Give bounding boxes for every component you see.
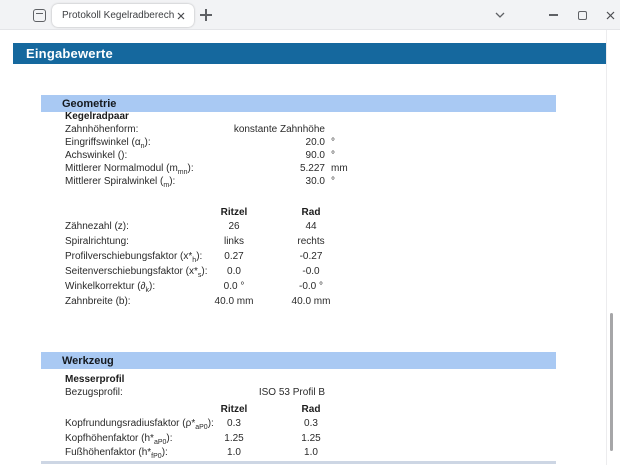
- report-row: Zahnhöhenform: konstante Zahnhöhe: [65, 124, 367, 135]
- cell-rad: 1.25: [301, 433, 321, 444]
- row-value: 90.0: [305, 150, 325, 161]
- cell-ritzel: 40.0 mm: [214, 296, 254, 307]
- table-row: Spiralrichtung: links rechts: [65, 236, 355, 247]
- row-unit: mm: [331, 163, 348, 174]
- cell-rad: 0.3: [304, 418, 318, 429]
- page-edge-line: [606, 30, 607, 465]
- table-row: Kopfhöhenfaktor (h*aP0): 1.25 1.25: [65, 433, 355, 446]
- row-value: ISO 53 Profil B: [258, 387, 325, 398]
- row-value: konstante Zahnhöhe: [233, 124, 325, 135]
- scrollbar-thumb[interactable]: [610, 313, 613, 451]
- report-row: Achswinkel (): 90.0 °: [65, 150, 367, 161]
- row-unit: °: [331, 137, 335, 148]
- cell-rad: 44: [305, 221, 317, 232]
- minimize-icon[interactable]: [545, 7, 561, 23]
- window-close-icon[interactable]: [602, 7, 618, 23]
- col-header-ritzel: Ritzel: [220, 404, 248, 415]
- row-unit: °: [331, 176, 335, 187]
- browser-tab[interactable]: Protokoll Kegelradberechnung ISO 2: [52, 4, 194, 27]
- cell-ritzel: 1.0: [227, 447, 241, 458]
- maximize-icon[interactable]: [574, 7, 590, 23]
- tab-close-icon[interactable]: [174, 9, 188, 23]
- table-row: Fußhöhenfaktor (h*fP0): 1.0 1.0: [65, 447, 355, 460]
- cell-rad: -0.0: [302, 266, 320, 277]
- browser-tab-bar: Protokoll Kegelradberechnung ISO 2: [0, 0, 620, 30]
- table-row: Zahnbreite (b): 40.0 mm 40.0 mm: [65, 296, 355, 307]
- row-value: 20.0: [305, 137, 325, 148]
- section-header-geometrie: Geometrie: [41, 95, 556, 112]
- report-row: Bezugsprofil: ISO 53 Profil B: [65, 387, 367, 398]
- section-header-werkzeug: Werkzeug: [41, 352, 556, 369]
- table-row: Winkelkorrektur (∂k): 0.0 ° -0.0 °: [65, 281, 355, 294]
- tab-actions-icon-bar: [35, 12, 43, 14]
- cell-ritzel: 0.0: [227, 266, 241, 277]
- cell-ritzel: 0.0 °: [223, 281, 245, 292]
- report-page: Eingabewerte Geometrie Kegelradpaar Zahn…: [0, 30, 620, 465]
- cell-ritzel: 1.25: [224, 433, 244, 444]
- report-row: Mittlerer Normalmodul (mmn): 5.227 mm: [65, 163, 367, 176]
- row-value: 30.0: [305, 176, 325, 187]
- table-row: Profilverschiebungsfaktor (x*h): 0.27 -0…: [65, 251, 355, 264]
- report-row: Eingriffswinkel (αn): 20.0 °: [65, 137, 367, 150]
- page-title: Eingabewerte: [13, 43, 607, 64]
- table-row: Zähnezahl (z): 26 44: [65, 221, 355, 232]
- cell-rad: -0.0 °: [298, 281, 323, 292]
- table-row: Seitenverschiebungsfaktor (x*s): 0.0 -0.…: [65, 266, 355, 279]
- row-unit: [325, 387, 361, 398]
- cell-rad: 1.0: [304, 447, 318, 458]
- col-header-rad: Rad: [301, 207, 321, 218]
- next-section-edge: [41, 461, 556, 464]
- cell-rad: rechts: [297, 236, 325, 247]
- cell-rad: 40.0 mm: [291, 296, 331, 307]
- subsection-messerprofil: Messerprofil: [65, 374, 125, 385]
- new-tab-icon[interactable]: [200, 9, 212, 21]
- table-row: Kopfrundungsradiusfaktor (ρ*aP0): 0.3 0.…: [65, 418, 355, 431]
- table-header-row: Ritzel Rad: [65, 404, 355, 415]
- cell-ritzel: 0.3: [227, 418, 241, 429]
- col-header-ritzel: Ritzel: [220, 207, 248, 218]
- subsection-kegelradpaar: Kegelradpaar: [65, 111, 129, 122]
- table-header-row: Ritzel Rad: [65, 207, 355, 218]
- tab-actions-icon[interactable]: [33, 9, 46, 22]
- cell-ritzel: 0.27: [224, 251, 244, 262]
- chevron-down-icon[interactable]: [492, 7, 508, 23]
- row-unit: [325, 124, 361, 135]
- cell-ritzel: 26: [228, 221, 240, 232]
- col-header-rad: Rad: [301, 404, 321, 415]
- cell-ritzel: links: [223, 236, 244, 247]
- tab-title: Protokoll Kegelradberechnung ISO 2: [62, 10, 174, 21]
- row-value: 5.227: [299, 163, 325, 174]
- report-row: Mittlerer Spiralwinkel (m): 30.0 °: [65, 176, 367, 189]
- row-unit: °: [331, 150, 335, 161]
- cell-rad: -0.27: [299, 251, 323, 262]
